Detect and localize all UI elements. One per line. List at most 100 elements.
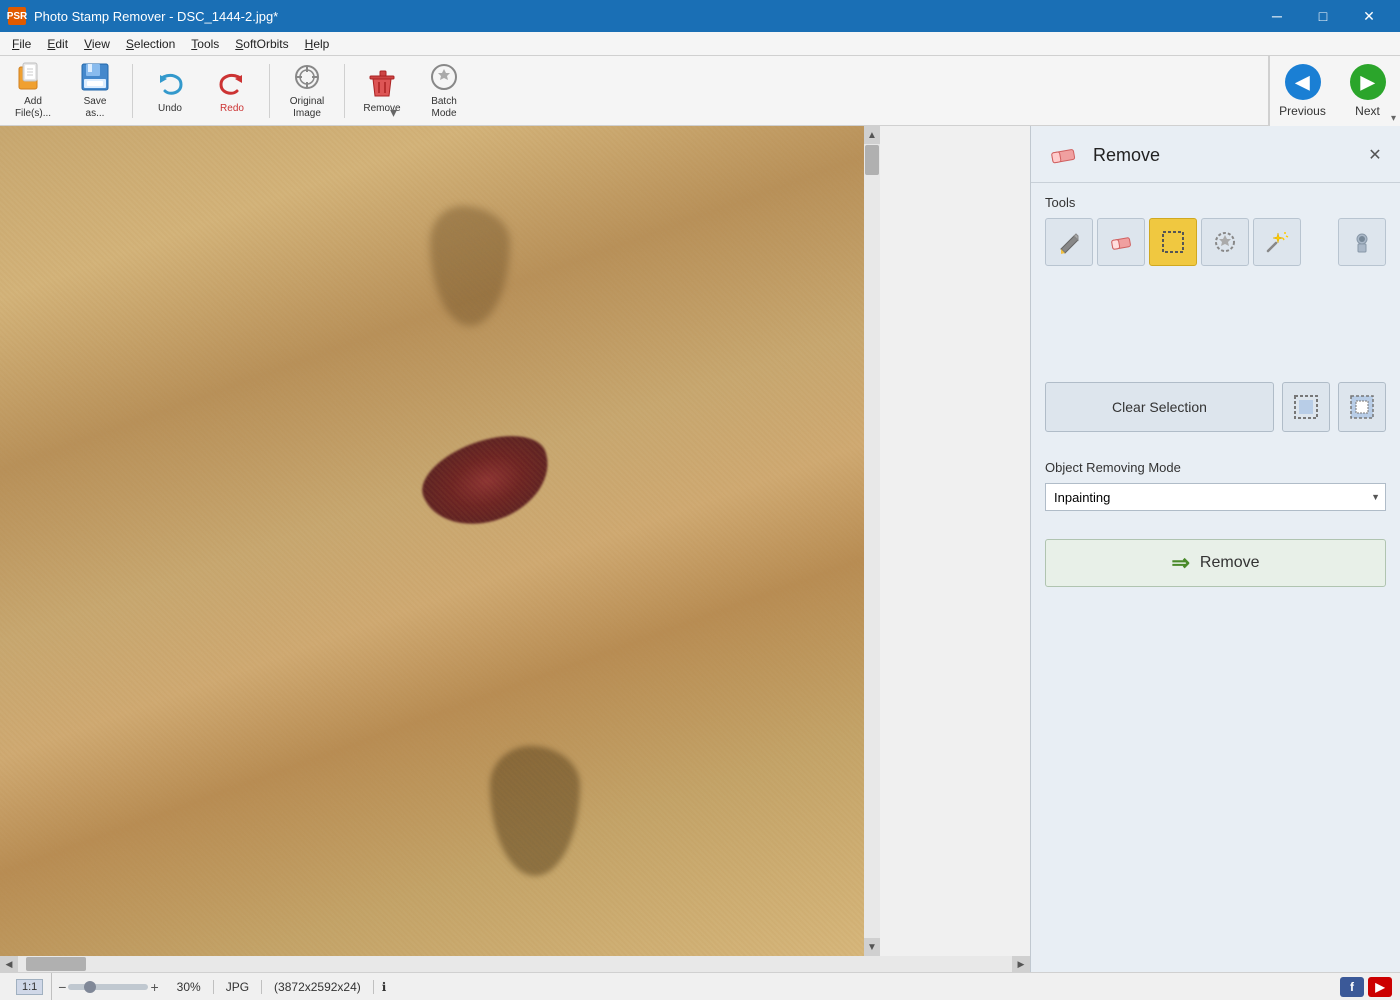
- toolbar-dropdown-icon[interactable]: ▾: [1391, 113, 1396, 124]
- hscroll-thumb[interactable]: [26, 957, 86, 971]
- smart-selection-tool-button[interactable]: [1201, 218, 1249, 266]
- statusbar-dimensions: (3872x2592x24): [262, 980, 374, 994]
- vertical-scrollbar[interactable]: ▲ ▼: [864, 126, 880, 956]
- remove-toolbar-button[interactable]: Remove: [353, 60, 411, 122]
- clear-selection-button[interactable]: Clear Selection: [1045, 382, 1274, 432]
- horizontal-scrollbar[interactable]: ◀ ▶: [0, 956, 1030, 972]
- add-files-button[interactable]: AddFile(s)...: [4, 60, 62, 122]
- redo-icon: [216, 68, 248, 100]
- menu-edit[interactable]: Edit: [39, 35, 76, 53]
- remove-toolbar-icon: [366, 68, 398, 100]
- tools-grid: [1045, 218, 1386, 266]
- save-as-label: Saveas...: [84, 96, 107, 120]
- invert-selection-button[interactable]: [1338, 382, 1386, 432]
- save-as-button[interactable]: Saveas...: [66, 60, 124, 122]
- remove-arrow-icon: ⇒: [1171, 550, 1189, 576]
- toolbar-more-icon[interactable]: ▾: [390, 104, 397, 121]
- removing-mode-select-wrapper: Inpainting Smart Fill Texture Synthesis: [1045, 483, 1386, 511]
- toolbox-header: Remove ✕: [1031, 126, 1400, 183]
- toolbox-close-button[interactable]: ✕: [1364, 144, 1386, 166]
- toolbar: AddFile(s)... Saveas... Undo: [0, 56, 1400, 126]
- remove-button[interactable]: ⇒ Remove: [1045, 539, 1386, 587]
- statusbar: 1:1 − + 30% JPG (3872x2592x24) ℹ f ▶: [0, 972, 1400, 1000]
- canvas-container: ▲ ▼ ◀ ▶: [0, 126, 1030, 972]
- menu-selection[interactable]: Selection: [118, 35, 183, 53]
- window-controls: ─ □ ✕: [1254, 0, 1392, 32]
- clear-selection-section: Clear Selection: [1031, 374, 1400, 440]
- hscroll-track[interactable]: [18, 956, 1012, 972]
- undo-icon: [154, 68, 186, 100]
- facebook-button[interactable]: f: [1340, 977, 1364, 997]
- titlebar: PSR Photo Stamp Remover - DSC_1444-2.jpg…: [0, 0, 1400, 32]
- zoom-slider-track[interactable]: [68, 984, 148, 990]
- previous-circle-icon: ◀: [1285, 64, 1321, 100]
- app-icon: PSR: [8, 7, 26, 25]
- scroll-thumb[interactable]: [865, 145, 879, 175]
- title-left: PSR Photo Stamp Remover - DSC_1444-2.jpg…: [8, 7, 278, 25]
- pencil-tool-button[interactable]: [1045, 218, 1093, 266]
- remove-button-label: Remove: [1200, 554, 1260, 572]
- add-files-label: AddFile(s)...: [15, 96, 51, 120]
- zoom-ratio-label: 1:1: [16, 979, 43, 995]
- image-canvas[interactable]: ▲ ▼: [0, 126, 880, 956]
- hscroll-left-arrow[interactable]: ◀: [0, 956, 18, 972]
- toolbox-title-area: Remove: [1045, 136, 1160, 174]
- select-all-button[interactable]: [1282, 382, 1330, 432]
- tools-label: Tools: [1045, 195, 1386, 210]
- scroll-up-arrow[interactable]: ▲: [864, 126, 880, 144]
- original-image-button[interactable]: OriginalImage: [278, 60, 336, 122]
- scroll-track[interactable]: [864, 144, 880, 938]
- zoom-slider-thumb[interactable]: [84, 981, 96, 993]
- eraser-tool-button[interactable]: [1097, 218, 1145, 266]
- toolbar-nav: ◀ Previous ▶ Next ▾: [1268, 56, 1400, 126]
- sand-texture-overlay: [0, 126, 880, 956]
- toolbox-title: Remove: [1093, 145, 1160, 166]
- stamp-tool-button[interactable]: [1338, 218, 1386, 266]
- menu-help[interactable]: Help: [297, 35, 338, 53]
- tools-section: Tools: [1031, 183, 1400, 274]
- next-label: Next: [1355, 104, 1380, 118]
- app-title: Photo Stamp Remover - DSC_1444-2.jpg*: [34, 9, 278, 24]
- removing-mode-select[interactable]: Inpainting Smart Fill Texture Synthesis: [1045, 483, 1386, 511]
- batch-mode-button[interactable]: BatchMode: [415, 60, 473, 122]
- redo-button[interactable]: Redo: [203, 60, 261, 122]
- original-image-icon: [291, 61, 323, 93]
- statusbar-social: f ▶: [1340, 977, 1392, 997]
- previous-button[interactable]: ◀ Previous: [1270, 56, 1335, 126]
- scroll-down-arrow[interactable]: ▼: [864, 938, 880, 956]
- menubar: File Edit View Selection Tools SoftOrbit…: [0, 32, 1400, 56]
- undo-button[interactable]: Undo: [141, 60, 199, 122]
- menu-tools[interactable]: Tools: [183, 35, 227, 53]
- removing-mode-section: Object Removing Mode Inpainting Smart Fi…: [1031, 440, 1400, 523]
- maximize-button[interactable]: □: [1300, 0, 1346, 32]
- remove-button-section: ⇒ Remove: [1031, 523, 1400, 603]
- removing-mode-label: Object Removing Mode: [1045, 460, 1386, 475]
- magic-wand-tool-button[interactable]: [1253, 218, 1301, 266]
- previous-label: Previous: [1279, 104, 1326, 118]
- statusbar-zoom-label: 1:1: [8, 973, 52, 1000]
- statusbar-zoom-track[interactable]: − +: [52, 979, 164, 995]
- save-as-icon: [79, 61, 111, 93]
- add-files-icon: [17, 61, 49, 93]
- zoom-minus-button[interactable]: −: [58, 979, 66, 995]
- statusbar-zoom-percent: 30%: [165, 980, 214, 994]
- minimize-button[interactable]: ─: [1254, 0, 1300, 32]
- menu-softorbits[interactable]: SoftOrbits: [227, 35, 296, 53]
- close-button[interactable]: ✕: [1346, 0, 1392, 32]
- menu-file[interactable]: File: [4, 35, 39, 53]
- statusbar-info-button[interactable]: ℹ: [374, 980, 395, 994]
- next-circle-icon: ▶: [1350, 64, 1386, 100]
- toolbox-panel: Remove ✕ Tools: [1030, 126, 1400, 972]
- redo-label: Redo: [220, 103, 244, 114]
- hscroll-right-arrow[interactable]: ▶: [1012, 956, 1030, 972]
- toolbox-eraser-icon: [1045, 136, 1083, 174]
- undo-label: Undo: [158, 103, 182, 114]
- selection-rect-tool-button[interactable]: [1149, 218, 1197, 266]
- original-image-label: OriginalImage: [290, 96, 324, 120]
- batch-mode-label: BatchMode: [431, 96, 457, 120]
- menu-view[interactable]: View: [76, 35, 118, 53]
- zoom-plus-button[interactable]: +: [150, 979, 158, 995]
- clear-selection-label: Clear Selection: [1112, 399, 1207, 415]
- youtube-button[interactable]: ▶: [1368, 977, 1392, 997]
- batch-mode-icon: [428, 61, 460, 93]
